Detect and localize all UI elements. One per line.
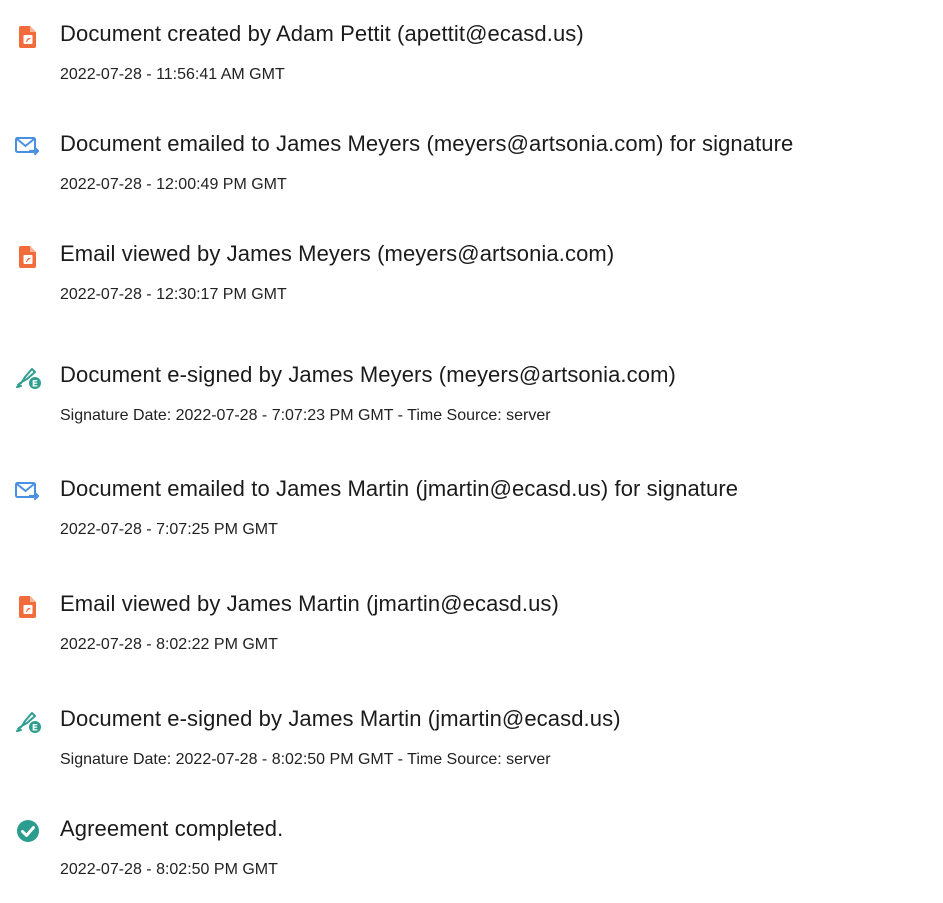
audit-event: E Document e-signed by James Martin (jma… [0,703,943,793]
event-signature-date: Signature Date: 2022-07-28 - 7:07:23 PM … [60,407,551,424]
event-signature-date: Signature Date: 2022-07-28 - 8:02:50 PM … [60,751,551,768]
event-title: Document e-signed by James Meyers (meyer… [60,362,676,387]
event-title: Email viewed by James Martin (jmartin@ec… [60,591,559,616]
email-sent-icon [14,132,42,160]
event-title: Document e-signed by James Martin (jmart… [60,706,621,731]
document-created-icon [14,22,42,50]
event-title: Document emailed to James Meyers (meyers… [60,131,794,156]
check-circle-icon [14,817,42,845]
audit-event: Agreement completed. 2022-07-28 - 8:02:5… [0,813,943,903]
event-title: Email viewed by James Meyers (meyers@art… [60,241,615,266]
event-timestamp: 2022-07-28 - 11:56:41 AM GMT [60,66,285,83]
event-title: Document emailed to James Martin (jmarti… [60,476,739,501]
audit-event: Email viewed by James Meyers (meyers@art… [0,238,943,328]
event-timestamp: 2022-07-28 - 7:07:25 PM GMT [60,521,278,538]
event-timestamp: 2022-07-28 - 8:02:50 PM GMT [60,861,278,878]
audit-event: E Document e-signed by James Meyers (mey… [0,359,943,449]
esign-pen-icon: E [14,707,42,735]
audit-event: Document emailed to James Martin (jmarti… [0,473,943,563]
email-viewed-icon [14,242,42,270]
audit-event: Email viewed by James Martin (jmartin@ec… [0,588,943,678]
audit-event: Document emailed to James Meyers (meyers… [0,128,943,218]
event-timestamp: 2022-07-28 - 12:00:49 PM GMT [60,176,287,193]
svg-text:E: E [32,380,38,390]
audit-event: Document created by Adam Pettit (apettit… [0,18,943,108]
svg-text:E: E [32,724,38,734]
event-timestamp: 2022-07-28 - 8:02:22 PM GMT [60,636,278,653]
esign-pen-icon: E [14,363,42,391]
audit-event-list: Document created by Adam Pettit (apettit… [0,0,943,884]
event-title: Agreement completed. [60,816,284,841]
event-timestamp: 2022-07-28 - 12:30:17 PM GMT [60,286,287,303]
email-viewed-icon [14,592,42,620]
email-sent-icon [14,477,42,505]
event-title: Document created by Adam Pettit (apettit… [60,21,584,46]
